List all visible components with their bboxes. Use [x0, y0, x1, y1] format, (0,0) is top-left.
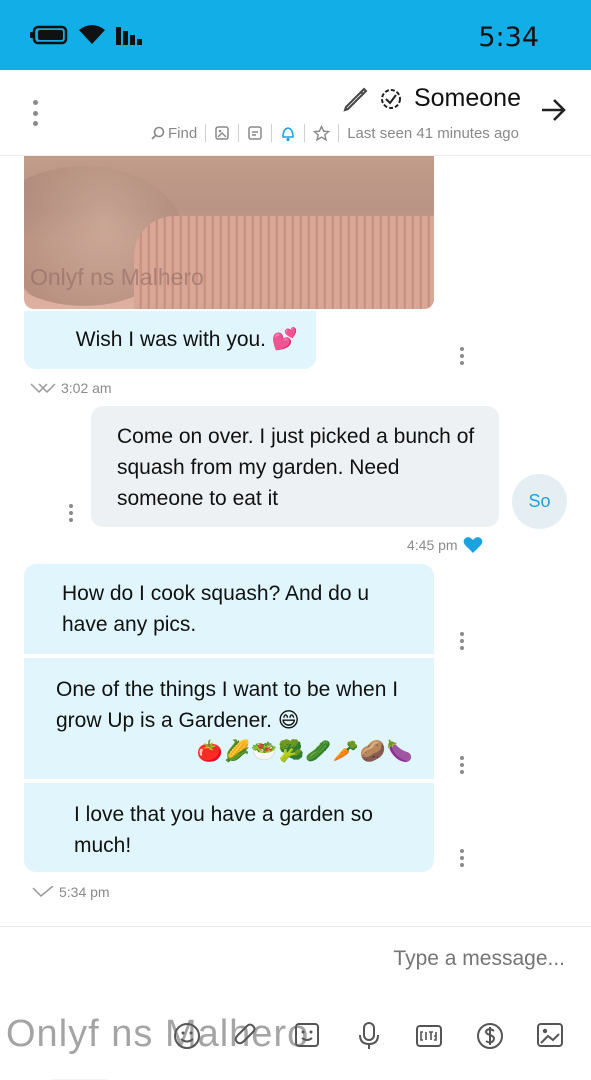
status-icons	[30, 24, 144, 46]
signal-icon	[116, 27, 142, 45]
message-time: 5:34 pm	[59, 884, 110, 900]
divider	[271, 124, 273, 142]
star-icon[interactable]	[313, 124, 331, 142]
back-arrow-icon[interactable]	[539, 96, 567, 124]
message-time: 3:02 am	[61, 380, 112, 396]
battery-icon	[30, 25, 68, 45]
verified-badge-icon	[380, 88, 401, 109]
find-label: Find	[168, 124, 198, 142]
message-options-icon[interactable]	[68, 504, 74, 522]
photo-watermark: Onlyf ns Malhero	[30, 264, 204, 290]
message-options-icon[interactable]	[459, 756, 465, 774]
status-bar: 5:34	[0, 0, 591, 70]
gif-icon[interactable]	[414, 1021, 444, 1051]
contact-name: Someone	[413, 84, 521, 112]
divider	[304, 124, 306, 142]
edit-icon[interactable]	[342, 86, 368, 112]
header-actions: Find Last seen 41 minutes ago	[151, 124, 519, 142]
gallery-icon[interactable]	[214, 125, 230, 141]
message-options-icon[interactable]	[459, 849, 465, 867]
composer-watermark: Onlyf ns Malhero	[6, 1013, 310, 1055]
message-text: Come on over. I just picked a bunch of s…	[117, 425, 475, 510]
message-meta: 3:02 am	[30, 380, 112, 396]
message-meta: 4:45 pm	[407, 536, 483, 554]
message-options-icon[interactable]	[459, 632, 465, 650]
message-text: I love that you have a garden so much!	[74, 803, 373, 857]
delivered-icon	[32, 886, 54, 898]
search-icon	[151, 126, 165, 140]
message-time: 4:45 pm	[407, 537, 458, 553]
read-receipt-icon	[30, 383, 56, 394]
avatar-initials: So	[528, 491, 551, 511]
divider	[205, 124, 207, 142]
emoji-line: 🍅🌽🥗🥦🥒🥕🥔🍆	[196, 740, 414, 763]
contact-title[interactable]: Someone	[342, 84, 521, 113]
incoming-message[interactable]: One of the things I want to be when I gr…	[24, 658, 434, 779]
photo-message[interactable]: Onlyf ns Malhero	[24, 156, 434, 309]
notes-icon[interactable]	[247, 125, 263, 141]
divider	[338, 124, 340, 142]
bell-icon[interactable]	[280, 125, 296, 142]
message-text: One of the things I want to be when I gr…	[56, 678, 399, 732]
incoming-message[interactable]: How do I cook squash? And do u have any …	[24, 564, 434, 654]
incoming-message[interactable]: I love that you have a garden so much!	[24, 783, 434, 872]
more-options-icon[interactable]	[25, 96, 45, 130]
incoming-message[interactable]: Wish I was with you. 💕	[24, 311, 316, 369]
outgoing-message[interactable]: Come on over. I just picked a bunch of s…	[91, 406, 499, 527]
chat-header: Someone Find Last seen 41 minutes ago	[0, 70, 591, 156]
wifi-icon	[79, 25, 105, 44]
divider	[238, 124, 240, 142]
image-icon[interactable]	[536, 1021, 564, 1049]
message-text: How do I cook squash? And do u have any …	[62, 582, 370, 636]
message-meta: 5:34 pm	[32, 884, 110, 900]
message-options-icon[interactable]	[459, 347, 465, 365]
status-time: 5:34	[478, 22, 539, 53]
last-seen: Last seen 41 minutes ago	[347, 124, 519, 142]
message-list[interactable]: Onlyf ns Malhero Wish I was with you. 💕 …	[0, 156, 591, 926]
message-text: Wish I was with you. 💕	[75, 328, 298, 351]
microphone-icon[interactable]	[355, 1021, 383, 1051]
avatar[interactable]: So	[512, 474, 567, 529]
find-button[interactable]: Find	[151, 125, 197, 142]
heart-icon[interactable]	[463, 536, 483, 554]
dollar-icon[interactable]	[475, 1021, 505, 1051]
composer: Onlyf ns Malhero	[0, 926, 591, 1080]
message-input[interactable]	[245, 947, 565, 971]
